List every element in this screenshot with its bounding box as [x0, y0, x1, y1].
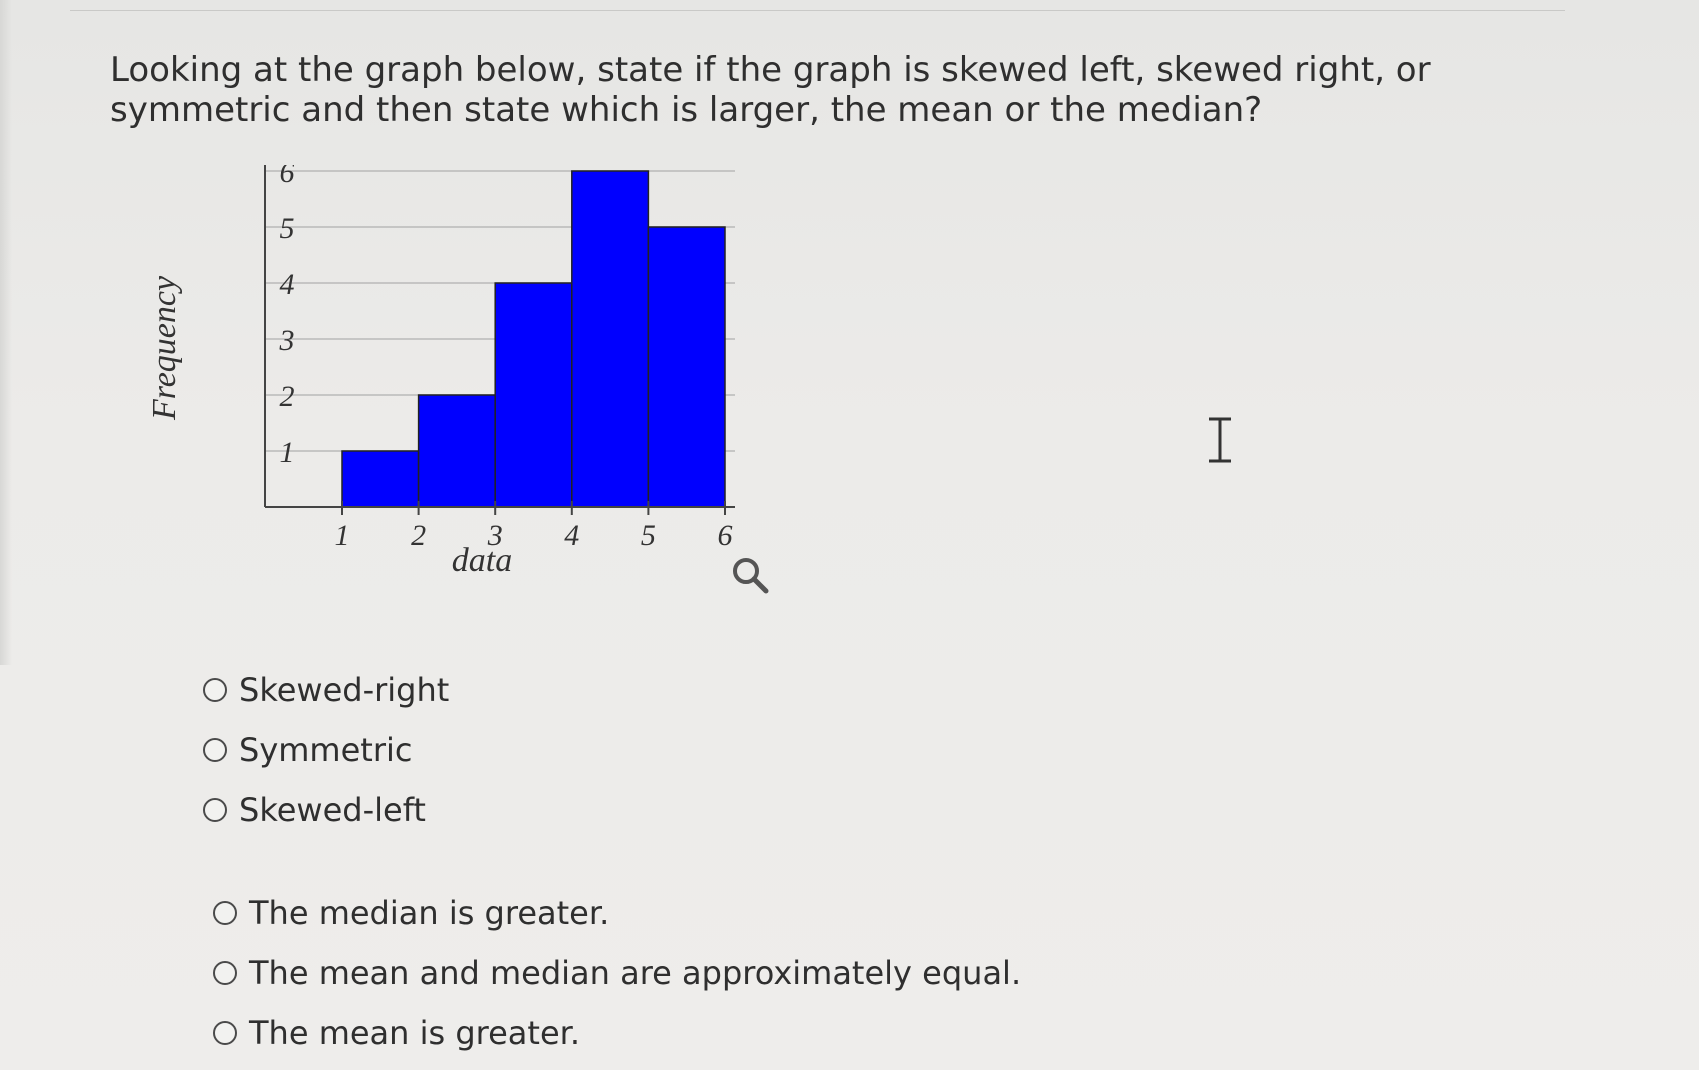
- option-label: The mean and median are approximately eq…: [249, 954, 1022, 992]
- top-divider: [70, 10, 1565, 11]
- magnifier-icon[interactable]: [733, 558, 769, 594]
- y-tick-label: 4: [280, 268, 295, 301]
- y-tick-labels: 1 2 3 4 5 6: [279, 165, 295, 469]
- x-tick-label: 1: [335, 519, 350, 552]
- histogram-svg: 1 2 3 4 5 6 1 2 3 4 5 6 Frequency data: [146, 165, 769, 594]
- histogram-chart: 1 2 3 4 5 6 1 2 3 4 5 6 Frequency data: [130, 165, 850, 645]
- y-tick-label: 6: [280, 165, 295, 189]
- x-tick-label: 5: [641, 519, 656, 552]
- option-mean-greater[interactable]: The mean is greater.: [213, 1003, 1021, 1063]
- histogram-bar: [647, 226, 726, 508]
- radio-button[interactable]: [213, 1021, 237, 1045]
- question-text: Looking at the graph below, state if the…: [110, 50, 1431, 130]
- histogram-bar: [341, 450, 420, 508]
- x-tick-label: 2: [411, 519, 426, 552]
- radio-button[interactable]: [203, 798, 227, 822]
- option-symmetric[interactable]: Symmetric: [203, 720, 449, 780]
- x-tick-labels: 123456: [335, 519, 733, 552]
- option-label: Skewed-left: [239, 791, 426, 829]
- radio-button[interactable]: [213, 961, 237, 985]
- radio-button[interactable]: [203, 738, 227, 762]
- text-cursor-icon: [1209, 417, 1231, 463]
- option-skewed-right[interactable]: Skewed-right: [203, 660, 449, 720]
- option-label: Skewed-right: [239, 671, 450, 709]
- option-approximately-equal[interactable]: The mean and median are approximately eq…: [213, 943, 1021, 1003]
- center-options: The median is greater. The mean and medi…: [213, 883, 1021, 1063]
- option-skewed-left[interactable]: Skewed-left: [203, 780, 449, 840]
- skew-options: Skewed-right Symmetric Skewed-left: [203, 660, 449, 840]
- histogram-bar: [494, 282, 573, 508]
- option-median-greater[interactable]: The median is greater.: [213, 883, 1021, 943]
- radio-button[interactable]: [203, 678, 227, 702]
- x-tick-label: 4: [564, 519, 579, 552]
- option-label: Symmetric: [239, 731, 413, 769]
- y-axis-label: Frequency: [146, 275, 183, 421]
- left-edge-shadow: [0, 0, 12, 665]
- x-tick-label: 6: [718, 519, 733, 552]
- radio-button[interactable]: [213, 901, 237, 925]
- option-label: The mean is greater.: [249, 1014, 581, 1052]
- y-tick-label: 3: [279, 324, 295, 357]
- histogram-bar: [417, 394, 496, 508]
- y-tick-label: 1: [280, 436, 295, 469]
- y-tick-label: 2: [280, 380, 295, 413]
- option-label: The median is greater.: [249, 894, 610, 932]
- x-axis-label: data: [452, 542, 512, 579]
- y-tick-label: 5: [280, 212, 295, 245]
- histogram-bar: [571, 170, 650, 508]
